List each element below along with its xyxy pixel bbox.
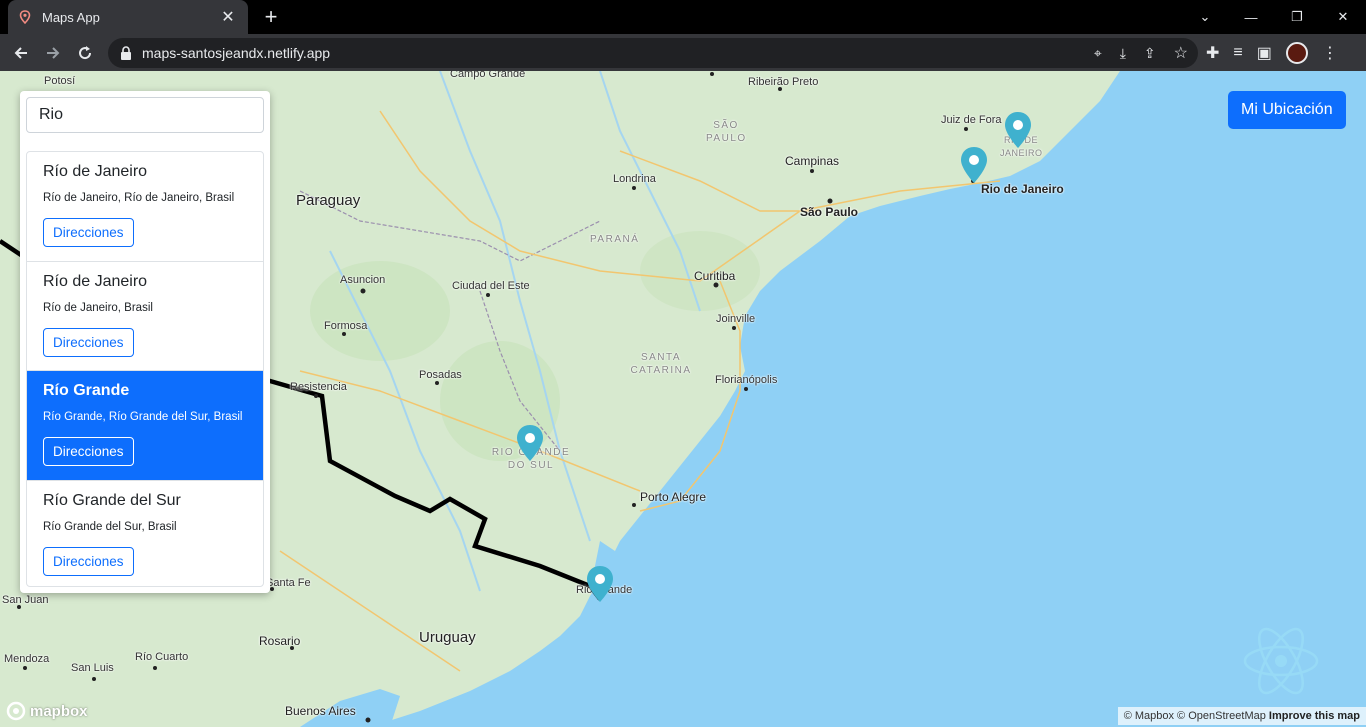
menu-icon[interactable]: ⋮ [1322,43,1338,63]
mapbox-logo-icon [6,701,26,721]
directions-button[interactable]: Direcciones [43,218,134,247]
result-title: Río Grande del Sur [43,491,181,509]
reload-icon[interactable] [70,38,100,68]
minimize-icon[interactable]: — [1228,0,1274,34]
map-marker-icon[interactable] [516,424,544,462]
directions-button[interactable]: Direcciones [43,437,134,466]
list-item[interactable]: Río Grande del Sur Río Grande del Sur, B… [27,481,263,587]
map-label-ribeirao: Ribeirão Preto [748,76,819,88]
map-label-florianopolis: Florianópolis [715,374,778,386]
result-title: Río de Janeiro [43,163,148,180]
bookmark-star-icon[interactable]: ☆ [1174,43,1188,63]
map-label-parana: PARANÁ [590,234,640,245]
map-label-rio-cuarto: Río Cuarto [135,651,189,663]
forward-icon[interactable] [38,38,68,68]
map-label-campo-grande: Campo Grande [450,71,526,80]
map-label-sao-paulo: São Paulo [800,205,859,219]
back-icon[interactable] [6,38,36,68]
avatar[interactable] [1285,42,1308,64]
restore-icon[interactable]: ❐ [1274,0,1320,34]
result-subtitle: Río de Janeiro, Brasil [43,301,153,314]
tab-title: Maps App [42,9,100,25]
browser-tab[interactable]: Maps App ✕ [8,0,248,34]
search-results-list: Río de Janeiro Río de Janeiro, Río de Ja… [26,151,264,587]
map-label-campinas: Campinas [785,154,840,168]
map-label-londrina: Londrina [613,173,656,185]
search-input[interactable] [26,97,264,133]
address-bar[interactable]: maps-santosjeandx.netlify.app ⌖ ⤓ ⇪ ☆ [108,38,1198,68]
map-label-juiz-de-fora: Juiz de Fora [941,114,1002,126]
new-tab-icon[interactable]: + [258,4,284,30]
list-item[interactable]: Río de Janeiro Río de Janeiro, Río de Ja… [27,152,263,262]
map-label-joinville: Joinville [716,313,756,325]
map-marker-icon[interactable] [1004,111,1032,149]
result-subtitle: Río de Janeiro, Río de Janeiro, Brasil [43,192,235,204]
url-text: maps-santosjeandx.netlify.app [142,45,331,61]
map-label-rosario: Rosario [259,634,301,648]
map-label-san-luis: San Luis [71,662,114,674]
install-icon[interactable]: ⤓ [1120,45,1126,62]
result-title: Río Grande [43,382,130,399]
map-label-posadas: Posadas [419,369,462,381]
mapbox-logo-text: mapbox [30,702,88,720]
tab-search-icon[interactable]: ⌄ [1182,0,1228,34]
map-label-curitiba: Curitiba [694,269,736,283]
browser-toolbar: maps-santosjeandx.netlify.app ⌖ ⤓ ⇪ ☆ ✚ … [0,34,1366,71]
window-close-icon[interactable]: ✕ [1320,0,1366,34]
map-label-paraguay: Paraguay [296,192,361,209]
map-label-buenos-aires: Buenos Aires [285,704,356,718]
map-label-asuncion: Asuncion [340,274,386,286]
map-marker-icon[interactable] [960,146,988,184]
directions-button[interactable]: Direcciones [43,546,134,576]
map-label-potosi: Potosí [44,75,76,87]
map-label-rio-city: Rio de Janeiro [981,182,1064,196]
list-item-active[interactable]: Río Grande Río Grande, Río Grande del Su… [27,371,263,481]
browser-tab-bar: Maps App ✕ + ⌄ — ❐ ✕ [0,0,1366,34]
map-label-ciudad-del-este: Ciudad del Este [452,280,530,292]
directions-button[interactable]: Direcciones [43,327,134,357]
my-location-button[interactable]: Mi Ubicación [1228,91,1346,129]
map-label-santa-catarina: SANTA CATARINA [630,352,692,376]
list-item[interactable]: Río de Janeiro Río de Janeiro, Brasil Di… [27,262,263,371]
map-label-formosa: Formosa [324,320,368,332]
mapbox-logo[interactable]: mapbox [6,701,88,721]
map-label-mendoza: Mendoza [4,653,50,665]
map-canvas[interactable]: Potosí Campo Grande Ribeirão Preto SÃO P… [0,71,1366,727]
map-label-san-juan: San Juan [2,594,49,606]
close-tab-icon[interactable]: ✕ [218,7,238,27]
result-subtitle: Río Grande del Sur, Brasil [43,520,177,533]
map-label-porto-alegre: Porto Alegre [640,490,707,504]
map-label-santa-fe: Santa Fe [266,577,311,589]
result-subtitle: Río Grande, Río Grande del Sur, Brasil [43,411,243,423]
extensions-icon[interactable]: ✚ [1206,43,1219,63]
map-marker-icon[interactable] [586,565,614,603]
search-panel: Río de Janeiro Río de Janeiro, Río de Ja… [20,91,270,593]
improve-map-link[interactable]: Improve this map [1269,710,1360,722]
map-attribution: © Mapbox © OpenStreetMap Improve this ma… [1117,707,1366,725]
location-icon[interactable]: ⌖ [1094,45,1102,62]
map-pin-favicon-icon [19,10,31,24]
side-panel-icon[interactable]: ▣ [1257,43,1272,63]
attribution-text[interactable]: © Mapbox © OpenStreetMap [1124,710,1266,722]
share-icon[interactable]: ⇪ [1144,45,1156,62]
result-title: Río de Janeiro [43,272,148,290]
map-label-uruguay: Uruguay [419,629,476,646]
map-label-sao-paulo-state: SÃO PAULO [706,120,747,144]
lock-icon [121,46,131,60]
media-icon[interactable]: ≡ [1233,44,1242,62]
map-label-resistencia: Resistencia [290,381,347,393]
